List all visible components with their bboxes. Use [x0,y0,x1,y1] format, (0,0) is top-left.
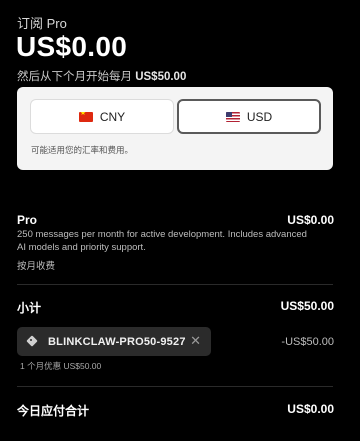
cn-flag-icon [78,111,93,122]
currency-option-cny[interactable]: CNY [30,99,174,134]
subtotal-value: US$50.00 [280,299,334,313]
price: US$0.00 [16,31,128,62]
plan-description: 250 messages per month for active develo… [17,229,307,253]
divider [17,386,333,387]
tag-icon [27,336,39,348]
currency-option-usd[interactable]: USD [177,99,321,134]
renewal-amount: US$50.00 [135,71,187,83]
currency-label: USD [246,109,273,124]
currency-note: 可能适用您的汇率和费用。 [31,145,134,155]
promo-code: BLINKCLAW-PRO50-9527 [48,335,186,348]
renewal-info: 然后从下个月开始每月 US$50.00 [17,68,186,84]
total-value: US$0.00 [287,402,334,416]
plan-name: Pro [17,213,38,227]
renewal-prefix: 然后从下个月开始每月 [17,71,132,83]
promo-code-chip: BLINKCLAW-PRO50-9527 ✕ [17,327,211,356]
us-flag-icon [225,111,240,122]
currency-card: CNY USD 可能适用您的汇率和费用。 [17,87,333,170]
promo-note: 1 个月优惠 US$50.00 [20,361,102,371]
close-icon[interactable]: ✕ [190,334,201,348]
total-label: 今日应付合计 [17,404,90,418]
plan-price: US$0.00 [287,213,334,227]
subscribe-label: 订阅 Pro [17,16,67,31]
discount-value: -US$50.00 [281,336,334,348]
currency-label: CNY [99,109,126,124]
divider [17,284,333,285]
subtotal-label: 小计 [17,301,42,315]
billing-frequency: 按月收费 [17,261,56,272]
